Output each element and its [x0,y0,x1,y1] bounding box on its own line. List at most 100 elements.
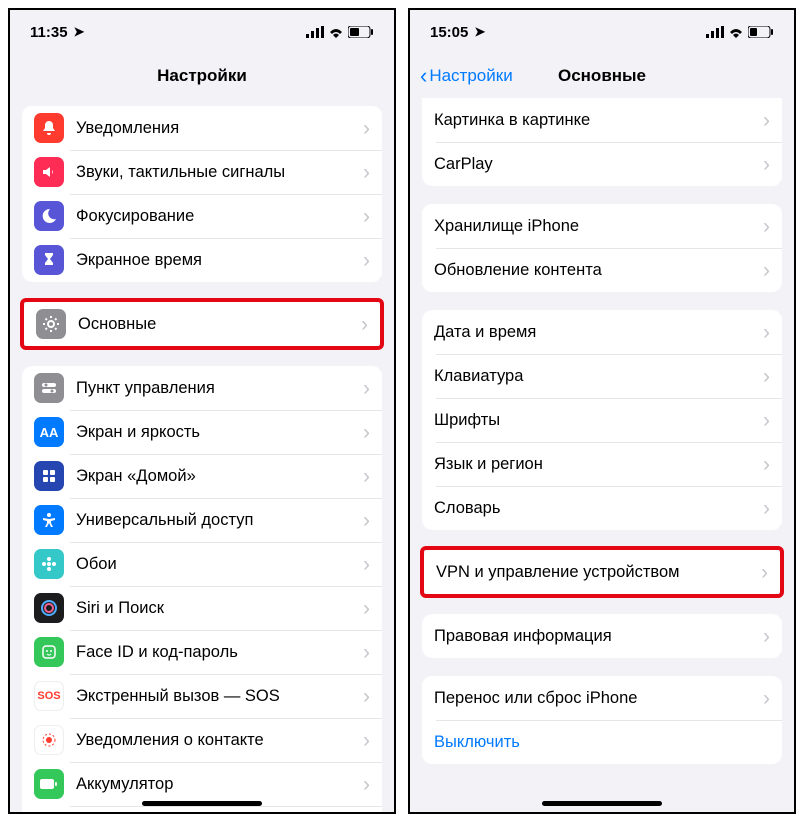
chevron-right-icon: › [763,260,770,281]
status-indicators [706,26,774,38]
phone-settings-root: 11:35 ➤ Настройки Уведомления › Звуки, т… [8,8,396,814]
row-accessibility[interactable]: Универсальный доступ › [22,498,382,542]
settings-group: Правовая информация › [422,614,782,658]
row-notifications[interactable]: Уведомления › [22,106,382,150]
chevron-right-icon: › [763,366,770,387]
row-label: Звуки, тактильные сигналы [76,163,363,182]
general-list[interactable]: Картинка в картинке › CarPlay › Хранилищ… [410,98,794,812]
settings-group: Пункт управления › AA Экран и яркость › … [22,366,382,812]
settings-group: Картинка в картинке › CarPlay › [422,98,782,186]
status-bar: 11:35 ➤ [10,10,394,54]
flower-icon [34,549,64,579]
row-exposure[interactable]: Уведомления о контакте › [22,718,382,762]
row-pip[interactable]: Картинка в картинке › [422,98,782,142]
row-sounds[interactable]: Звуки, тактильные сигналы › [22,150,382,194]
row-label: Правовая информация [434,627,763,646]
highlight-general: Основные › [20,298,384,350]
chevron-right-icon: › [763,626,770,647]
chevron-right-icon: › [363,554,370,575]
row-label: Экран и яркость [76,423,363,442]
chevron-right-icon: › [763,688,770,709]
row-battery[interactable]: Аккумулятор › [22,762,382,806]
chevron-right-icon: › [763,410,770,431]
battery-icon [748,26,774,38]
cellular-icon [706,26,724,38]
moon-icon [34,201,64,231]
row-storage[interactable]: Хранилище iPhone › [422,204,782,248]
row-privacy[interactable]: Конфиденциальность › [22,806,382,812]
row-label: Язык и регион [434,455,763,474]
settings-group: Уведомления › Звуки, тактильные сигналы … [22,106,382,282]
row-siri[interactable]: Siri и Поиск › [22,586,382,630]
row-label: VPN и управление устройством [436,563,761,582]
chevron-right-icon: › [363,162,370,183]
row-label: Уведомления о контакте [76,731,363,750]
chevron-right-icon: › [763,498,770,519]
row-sos[interactable]: SOS Экстренный вызов — SOS › [22,674,382,718]
settings-group: Хранилище iPhone › Обновление контента › [422,204,782,292]
row-shutdown[interactable]: Выключить [422,720,782,764]
wifi-icon [728,26,744,38]
home-indicator[interactable] [142,801,262,806]
row-label: Клавиатура [434,367,763,386]
hourglass-icon [34,245,64,275]
row-datetime[interactable]: Дата и время › [422,310,782,354]
row-label: Хранилище iPhone [434,217,763,236]
row-label: Основные [78,315,361,334]
status-bar: 15:05 ➤ [410,10,794,54]
row-label: Пункт управления [76,379,363,398]
settings-group: Дата и время › Клавиатура › Шрифты › Язы… [422,310,782,530]
chevron-right-icon: › [763,110,770,131]
row-focus[interactable]: Фокусирование › [22,194,382,238]
battery-icon [348,26,374,38]
row-label: Универсальный доступ [76,511,363,530]
chevron-right-icon: › [363,686,370,707]
row-dictionary[interactable]: Словарь › [422,486,782,530]
row-control-center[interactable]: Пункт управления › [22,366,382,410]
row-vpn[interactable]: VPN и управление устройством › [424,550,780,594]
row-label: Экстренный вызов — SOS [76,687,363,706]
nav-header: ‹ Настройки Основные [410,54,794,98]
row-keyboard[interactable]: Клавиатура › [422,354,782,398]
page-title: Основные [558,66,646,86]
textsize-icon: AA [34,417,64,447]
cellular-icon [306,26,324,38]
bell-icon [34,113,64,143]
nav-header: Настройки [10,54,394,98]
settings-list[interactable]: Уведомления › Звуки, тактильные сигналы … [10,98,394,812]
chevron-right-icon: › [363,422,370,443]
chevron-right-icon: › [761,562,768,583]
page-title: Настройки [157,66,247,86]
phone-general-settings: 15:05 ➤ ‹ Настройки Основные Картинка в … [408,8,796,814]
status-time: 15:05 [430,24,468,41]
home-indicator[interactable] [542,801,662,806]
speaker-icon [34,157,64,187]
row-fonts[interactable]: Шрифты › [422,398,782,442]
chevron-right-icon: › [363,206,370,227]
row-label: CarPlay [434,155,763,174]
row-screentime[interactable]: Экранное время › [22,238,382,282]
row-carplay[interactable]: CarPlay › [422,142,782,186]
row-transfer-reset[interactable]: Перенос или сброс iPhone › [422,676,782,720]
row-label: Face ID и код-пароль [76,643,363,662]
row-label: Фокусирование [76,207,363,226]
row-wallpaper[interactable]: Обои › [22,542,382,586]
row-general[interactable]: Основные › [24,302,380,346]
row-language[interactable]: Язык и регион › [422,442,782,486]
row-label: Siri и Поиск [76,599,363,618]
row-faceid[interactable]: Face ID и код-пароль › [22,630,382,674]
gear-icon [36,309,66,339]
row-display[interactable]: AA Экран и яркость › [22,410,382,454]
chevron-right-icon: › [763,322,770,343]
chevron-right-icon: › [363,642,370,663]
row-background-refresh[interactable]: Обновление контента › [422,248,782,292]
row-legal[interactable]: Правовая информация › [422,614,782,658]
chevron-right-icon: › [763,454,770,475]
status-indicators [306,26,374,38]
back-button[interactable]: ‹ Настройки [420,65,513,87]
status-time: 11:35 [30,24,68,41]
back-label: Настройки [429,66,512,86]
battery-icon [34,769,64,799]
chevron-right-icon: › [363,774,370,795]
row-home[interactable]: Экран «Домой» › [22,454,382,498]
